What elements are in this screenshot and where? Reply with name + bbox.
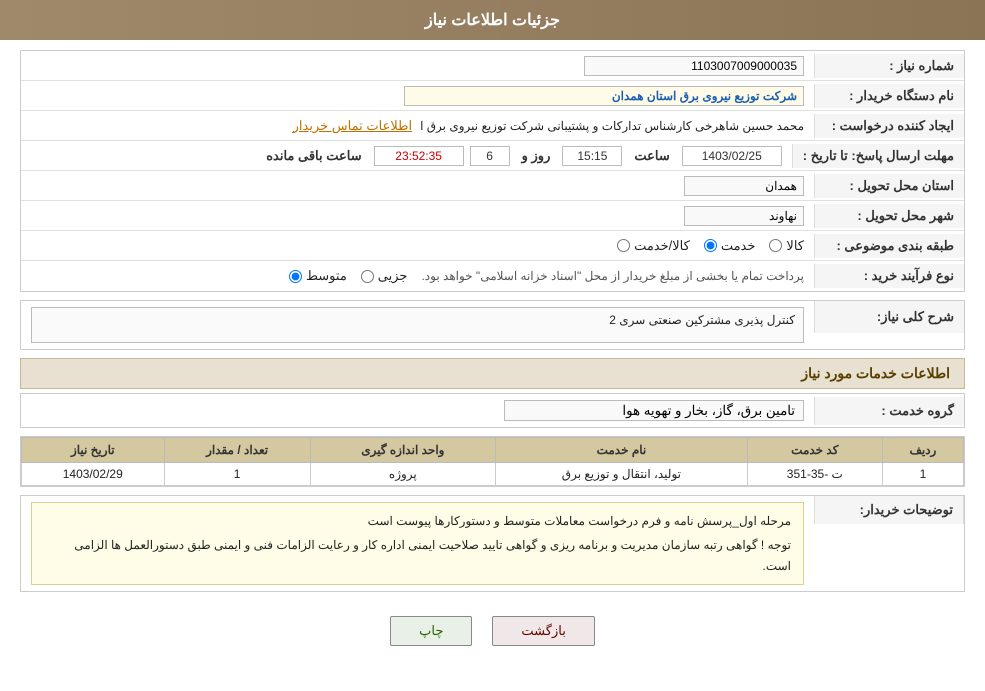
farayand-note: پرداخت تمام یا بخشی از مبلغ خریدار از مح… (421, 269, 804, 283)
farayand-value: جزیی متوسط پرداخت تمام یا بخشی از مبلغ خ… (21, 264, 814, 288)
button-row: بازگشت چاپ (20, 602, 965, 656)
col-tedad: تعداد / مقدار (164, 438, 310, 463)
shahr-label: شهر محل تحویل : (814, 204, 964, 228)
farayand-jozi-radio[interactable] (361, 270, 374, 283)
dastgah-input[interactable] (404, 86, 804, 106)
dastgah-row: نام دستگاه خریدار : (21, 81, 964, 111)
tabaqe-kala-khadamat-item: کالا/خدمت (617, 238, 690, 254)
khadamat-section-header: اطلاعات خدمات مورد نیاز (20, 358, 965, 389)
sharh-koli-label: شرح کلی نیاز: (814, 301, 964, 333)
tawzih-section: توضیحات خریدار: مرحله اول_پرسش نامه و فر… (20, 495, 965, 592)
shomara-niaz-value (21, 52, 814, 80)
col-vahed: واحد اندازه گیری (310, 438, 495, 463)
shomara-niaz-input[interactable] (584, 56, 804, 76)
farayand-label: نوع فرآیند خرید : (814, 264, 964, 288)
sharh-koli-section: شرح کلی نیاز: کنترل پذیری مشترکین صنعتی … (20, 300, 965, 350)
sharh-koli-value: کنترل پذیری مشترکین صنعتی سری 2 (21, 301, 814, 349)
cell-name: تولید، انتقال و توزیع برق (496, 463, 748, 486)
dastgah-value (21, 82, 814, 110)
col-tarikh: تاریخ نیاز (22, 438, 165, 463)
ijad-konande-value: اطلاعات تماس خریدار محمد حسین شاهرخی کار… (21, 114, 814, 138)
back-button[interactable]: بازگشت (492, 616, 594, 646)
ostan-input[interactable] (684, 176, 804, 196)
ijad-konande-text: محمد حسین شاهرخی کارشناس تدارکات و پشتیب… (420, 119, 804, 133)
shomara-niaz-row: شماره نیاز : (21, 51, 964, 81)
tarikh-saat: 15:15 (562, 146, 622, 166)
mande-label: ساعت باقی مانده (260, 148, 367, 164)
farayand-motovaset-item: متوسط (289, 268, 347, 284)
tawzih-label: توضیحات خریدار: (814, 496, 964, 524)
main-info-section: شماره نیاز : نام دستگاه خریدار : ایجاد ک… (20, 50, 965, 292)
tabaqe-value: کالا خدمت کالا/خدمت (21, 234, 814, 258)
tabaqe-kala-khadamat-radio[interactable] (617, 239, 630, 252)
tawzih-line2: توجه ! گواهی رتبه سازمان مدیریت و برنامه… (44, 535, 791, 576)
col-kod: کد خدمت (747, 438, 882, 463)
gorooh-label: گروه خدمت : (814, 397, 964, 425)
tabaqe-khadamat-radio[interactable] (704, 239, 717, 252)
print-button[interactable]: چاپ (390, 616, 472, 646)
khadamat-table-section: ردیف کد خدمت نام خدمت واحد اندازه گیری ت… (20, 436, 965, 487)
ijad-konande-label: ایجاد کننده درخواست : (814, 114, 964, 138)
shomara-niaz-label: شماره نیاز : (814, 54, 964, 78)
tabaqe-khadamat-label: خدمت (721, 238, 756, 254)
shahr-value (21, 202, 814, 230)
tabaqe-khadamat-item: خدمت (704, 238, 756, 254)
sharh-koli-text: کنترل پذیری مشترکین صنعتی سری 2 (31, 307, 804, 343)
farayand-motovaset-label: متوسط (306, 268, 347, 284)
tawzih-text: مرحله اول_پرسش نامه و فرم درخواست معاملا… (31, 502, 804, 585)
page-title: جزئیات اطلاعات نیاز (425, 12, 560, 29)
tabaqe-label: طبقه بندی موضوعی : (814, 234, 964, 258)
tabaqe-kala-item: کالا (769, 238, 804, 254)
cell-vahed: پروژه (310, 463, 495, 486)
ostan-row: استان محل تحویل : (21, 171, 964, 201)
page-header: جزئیات اطلاعات نیاز (0, 0, 985, 40)
khadamat-table: ردیف کد خدمت نام خدمت واحد اندازه گیری ت… (21, 437, 964, 486)
table-header-row: ردیف کد خدمت نام خدمت واحد اندازه گیری ت… (22, 438, 964, 463)
mohlet-label: مهلت ارسال پاسخ: تا تاریخ : (792, 144, 964, 168)
gorooh-khadamat-section: گروه خدمت : (20, 393, 965, 428)
shahr-input[interactable] (684, 206, 804, 226)
gorooh-value (21, 394, 814, 427)
farayand-jozi-label: جزیی (378, 268, 408, 284)
col-radif: ردیف (882, 438, 963, 463)
farayand-motovaset-radio[interactable] (289, 270, 302, 283)
shahr-row: شهر محل تحویل : (21, 201, 964, 231)
tarikh-rooz: 6 (470, 146, 510, 166)
gorooh-input[interactable] (504, 400, 804, 421)
cell-tedad: 1 (164, 463, 310, 486)
ijad-konande-link[interactable]: اطلاعات تماس خریدار (293, 118, 412, 134)
ostan-value (21, 172, 814, 200)
col-name: نام خدمت (496, 438, 748, 463)
tarikh-mande: 23:52:35 (374, 146, 464, 166)
saat-label: ساعت (628, 148, 675, 164)
tawzih-value: مرحله اول_پرسش نامه و فرم درخواست معاملا… (21, 496, 814, 591)
mohlet-value: 1403/02/25 ساعت 15:15 روز و 6 23:52:35 س… (21, 142, 792, 170)
dastgah-label: نام دستگاه خریدار : (814, 84, 964, 108)
tarikh-date: 1403/02/25 (682, 146, 782, 166)
farayand-jozi-item: جزیی (361, 268, 408, 284)
cell-kod: ت -35-351 (747, 463, 882, 486)
tawzih-line1: مرحله اول_پرسش نامه و فرم درخواست معاملا… (44, 511, 791, 531)
cell-radif: 1 (882, 463, 963, 486)
ijad-konande-row: ایجاد کننده درخواست : اطلاعات تماس خریدا… (21, 111, 964, 141)
mohlet-row: مهلت ارسال پاسخ: تا تاریخ : 1403/02/25 س… (21, 141, 964, 171)
tabaqe-kala-label: کالا (786, 238, 804, 254)
farayand-row: نوع فرآیند خرید : جزیی متوسط (21, 261, 964, 291)
rooz-label: روز و (516, 148, 557, 164)
table-row: 1 ت -35-351 تولید، انتقال و توزیع برق پر… (22, 463, 964, 486)
tabaqe-kala-khadamat-label: کالا/خدمت (634, 238, 690, 254)
tabaqe-kala-radio[interactable] (769, 239, 782, 252)
tabaqe-row: طبقه بندی موضوعی : کالا خدمت کالا/خدمت (21, 231, 964, 261)
ostan-label: استان محل تحویل : (814, 174, 964, 198)
cell-tarikh: 1403/02/29 (22, 463, 165, 486)
